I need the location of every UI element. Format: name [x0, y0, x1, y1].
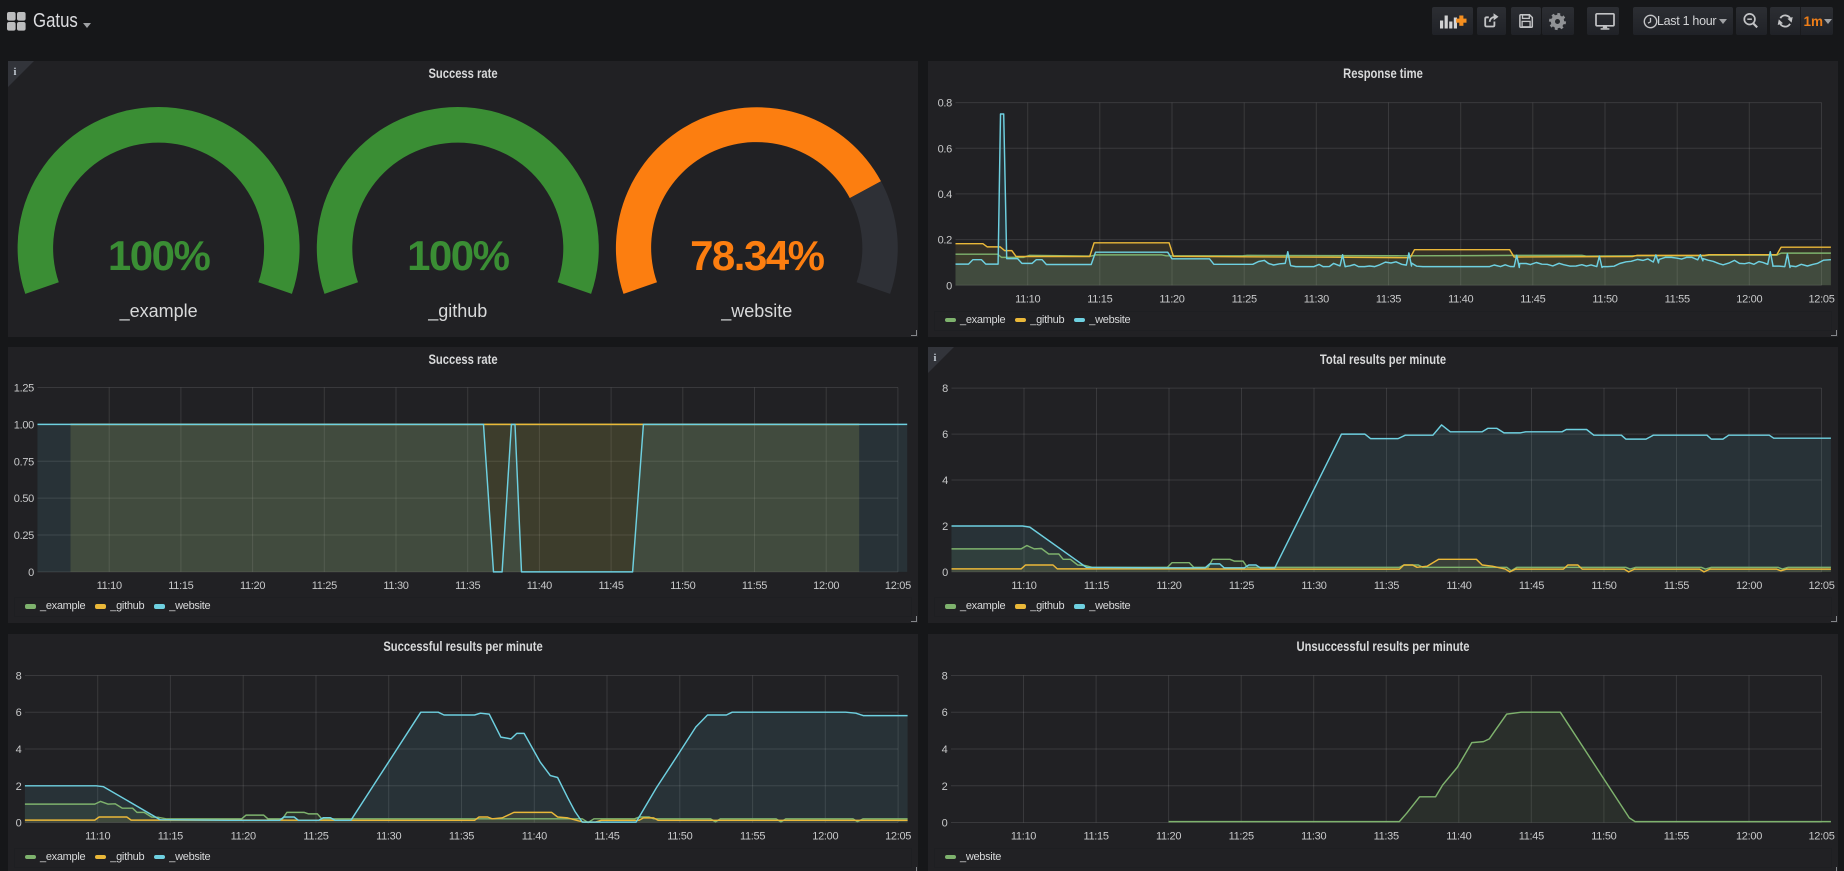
svg-text:11:50: 11:50 [670, 580, 695, 592]
svg-text:11:30: 11:30 [1304, 293, 1329, 305]
svg-text:0: 0 [16, 818, 22, 830]
svg-text:11:45: 11:45 [1520, 293, 1545, 305]
svg-text:11:40: 11:40 [1446, 580, 1471, 592]
svg-text:0: 0 [28, 567, 34, 579]
svg-text:11:30: 11:30 [1301, 580, 1326, 592]
svg-text:8: 8 [942, 671, 948, 683]
svg-text:4: 4 [942, 475, 948, 487]
svg-text:11:45: 11:45 [1519, 580, 1544, 592]
svg-text:12:05: 12:05 [1808, 293, 1834, 305]
svg-text:11:35: 11:35 [1374, 580, 1399, 592]
svg-text:11:25: 11:25 [1229, 580, 1254, 592]
svg-text:0: 0 [942, 818, 948, 830]
svg-text:12:00: 12:00 [1736, 831, 1762, 843]
svg-text:11:10: 11:10 [97, 580, 122, 592]
svg-text:12:05: 12:05 [885, 831, 911, 843]
svg-text:8: 8 [942, 383, 948, 395]
svg-text:0.6: 0.6 [938, 143, 953, 155]
svg-text:0.4: 0.4 [938, 189, 953, 201]
svg-text:11:25: 11:25 [1232, 293, 1257, 305]
svg-text:12:00: 12:00 [1736, 580, 1762, 592]
svg-text:11:20: 11:20 [240, 580, 265, 592]
svg-text:11:20: 11:20 [1156, 831, 1181, 843]
svg-text:11:20: 11:20 [1159, 293, 1184, 305]
svg-text:0: 0 [946, 280, 952, 292]
svg-text:0.75: 0.75 [14, 456, 34, 468]
svg-text:2: 2 [16, 781, 22, 793]
svg-text:6: 6 [942, 429, 948, 441]
svg-text:11:10: 11:10 [1015, 293, 1040, 305]
svg-text:12:00: 12:00 [813, 580, 839, 592]
svg-text:12:05: 12:05 [1808, 831, 1834, 843]
svg-text:1.00: 1.00 [14, 419, 34, 431]
svg-text:0.8: 0.8 [938, 98, 953, 110]
svg-text:11:30: 11:30 [383, 580, 408, 592]
svg-text:11:35: 11:35 [1374, 831, 1399, 843]
svg-text:11:15: 11:15 [1083, 831, 1108, 843]
svg-text:0.2: 0.2 [938, 235, 953, 247]
svg-text:11:40: 11:40 [522, 831, 547, 843]
svg-text:2: 2 [942, 781, 948, 793]
svg-text:11:15: 11:15 [158, 831, 183, 843]
svg-text:11:40: 11:40 [527, 580, 552, 592]
svg-text:11:50: 11:50 [667, 831, 692, 843]
svg-text:12:05: 12:05 [1808, 580, 1834, 592]
svg-text:12:00: 12:00 [812, 831, 838, 843]
svg-text:2: 2 [942, 521, 948, 533]
svg-text:11:50: 11:50 [1592, 293, 1617, 305]
svg-text:11:10: 11:10 [1011, 580, 1036, 592]
svg-text:11:35: 11:35 [455, 580, 480, 592]
svg-text:11:50: 11:50 [1591, 580, 1616, 592]
svg-text:11:25: 11:25 [312, 580, 337, 592]
svg-text:8: 8 [16, 671, 22, 683]
svg-text:0: 0 [942, 567, 948, 579]
svg-text:11:55: 11:55 [1664, 831, 1689, 843]
svg-text:11:55: 11:55 [1664, 580, 1689, 592]
svg-text:4: 4 [16, 744, 22, 756]
svg-text:11:30: 11:30 [1301, 831, 1326, 843]
svg-text:11:15: 11:15 [1087, 293, 1112, 305]
svg-text:11:50: 11:50 [1591, 831, 1616, 843]
svg-text:0.25: 0.25 [14, 530, 34, 542]
svg-text:11:55: 11:55 [742, 580, 767, 592]
svg-text:11:20: 11:20 [1156, 580, 1181, 592]
svg-text:11:25: 11:25 [303, 831, 328, 843]
svg-text:11:10: 11:10 [85, 831, 110, 843]
svg-text:11:55: 11:55 [1665, 293, 1690, 305]
svg-text:11:15: 11:15 [1084, 580, 1109, 592]
svg-text:11:40: 11:40 [1446, 831, 1471, 843]
svg-text:4: 4 [942, 744, 948, 756]
svg-text:11:55: 11:55 [740, 831, 765, 843]
svg-text:11:45: 11:45 [598, 580, 623, 592]
svg-text:11:45: 11:45 [1519, 831, 1544, 843]
svg-text:11:20: 11:20 [231, 831, 256, 843]
svg-text:1.25: 1.25 [14, 383, 34, 395]
svg-text:6: 6 [16, 707, 22, 719]
svg-text:11:15: 11:15 [168, 580, 193, 592]
svg-text:11:40: 11:40 [1448, 293, 1473, 305]
svg-text:11:10: 11:10 [1011, 831, 1036, 843]
svg-text:12:00: 12:00 [1736, 293, 1762, 305]
svg-text:6: 6 [942, 707, 948, 719]
svg-text:11:30: 11:30 [376, 831, 401, 843]
svg-text:11:45: 11:45 [594, 831, 619, 843]
svg-text:12:05: 12:05 [885, 580, 911, 592]
svg-text:0.50: 0.50 [14, 493, 34, 505]
svg-text:11:35: 11:35 [1376, 293, 1401, 305]
svg-text:11:35: 11:35 [449, 831, 474, 843]
svg-text:11:25: 11:25 [1229, 831, 1254, 843]
